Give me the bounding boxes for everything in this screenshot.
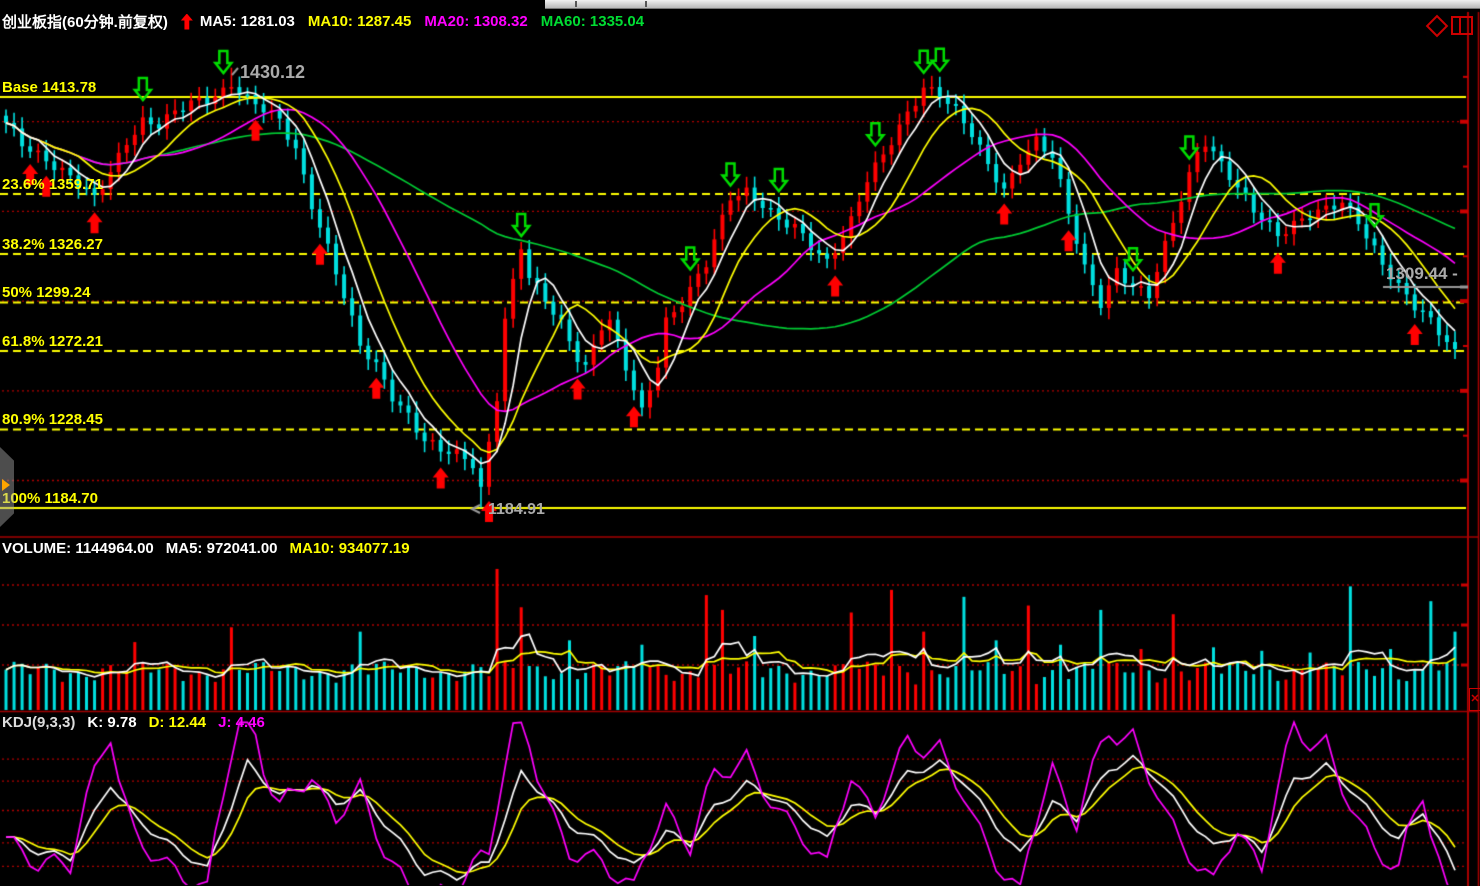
last-price-label: 1309.44 - — [1386, 264, 1458, 284]
volume-ma10: MA10: 934077.19 — [290, 540, 410, 557]
kdj-name: KDJ(9,3,3) — [2, 714, 75, 731]
volume-ma5: MA5: 972041.00 — [166, 540, 278, 557]
chart-title-bar: 创业板指(60分钟.前复权) MA5: 1281.03 MA10: 1287.4… — [2, 11, 644, 32]
kdj-k-value: K: 9.78 — [87, 714, 136, 731]
horizontal-scrollbar[interactable] — [545, 0, 1480, 9]
fib-label-100: 100% 1184.70 — [2, 490, 98, 507]
instrument-title: 创业板指(60分钟.前复权) — [2, 11, 168, 32]
ma5-value: MA5: 1281.03 — [200, 13, 295, 30]
ma20-value: MA20: 1308.32 — [424, 13, 527, 30]
volume-value: VOLUME: 1144964.00 — [2, 540, 154, 557]
scrollbar-notch — [575, 1, 577, 7]
fib-label-38.2: 38.2% 1326.27 — [2, 236, 103, 253]
expand-arrow-icon — [2, 479, 10, 491]
scrollbar-notch — [645, 1, 647, 7]
fib-label-61.8: 61.8% 1272.21 — [2, 333, 103, 350]
left-panel-handle[interactable] — [0, 447, 14, 527]
kdj-j-value: J: 4.46 — [218, 714, 265, 731]
close-pane-icon[interactable]: ✕ — [1469, 688, 1480, 711]
kdj-header: KDJ(9,3,3) K: 9.78 D: 12.44 J: 4.46 — [2, 714, 265, 731]
fib-label-50: 50% 1299.24 — [2, 284, 90, 301]
volume-header: VOLUME: 1144964.00 MA5: 972041.00 MA10: … — [2, 540, 410, 557]
ma10-value: MA10: 1287.45 — [308, 13, 411, 30]
kdj-d-value: D: 12.44 — [149, 714, 207, 731]
buy-signal-icon — [181, 14, 193, 30]
fib-label-base: Base 1413.78 — [2, 79, 96, 96]
high-price-label: 1430.12 — [240, 62, 305, 83]
window-split-pane — [1453, 18, 1461, 33]
window-split-icon[interactable] — [1451, 16, 1473, 35]
low-price-label: 1184.91 — [488, 501, 545, 519]
chart-canvas[interactable] — [0, 0, 1480, 886]
ma60-value: MA60: 1335.04 — [541, 13, 644, 30]
stock-chart-window: 创业板指(60分钟.前复权) MA5: 1281.03 MA10: 1287.4… — [0, 0, 1480, 886]
fib-label-23.6: 23.6% 1359.71 — [2, 176, 103, 193]
fib-label-80.9: 80.9% 1228.45 — [2, 411, 103, 428]
